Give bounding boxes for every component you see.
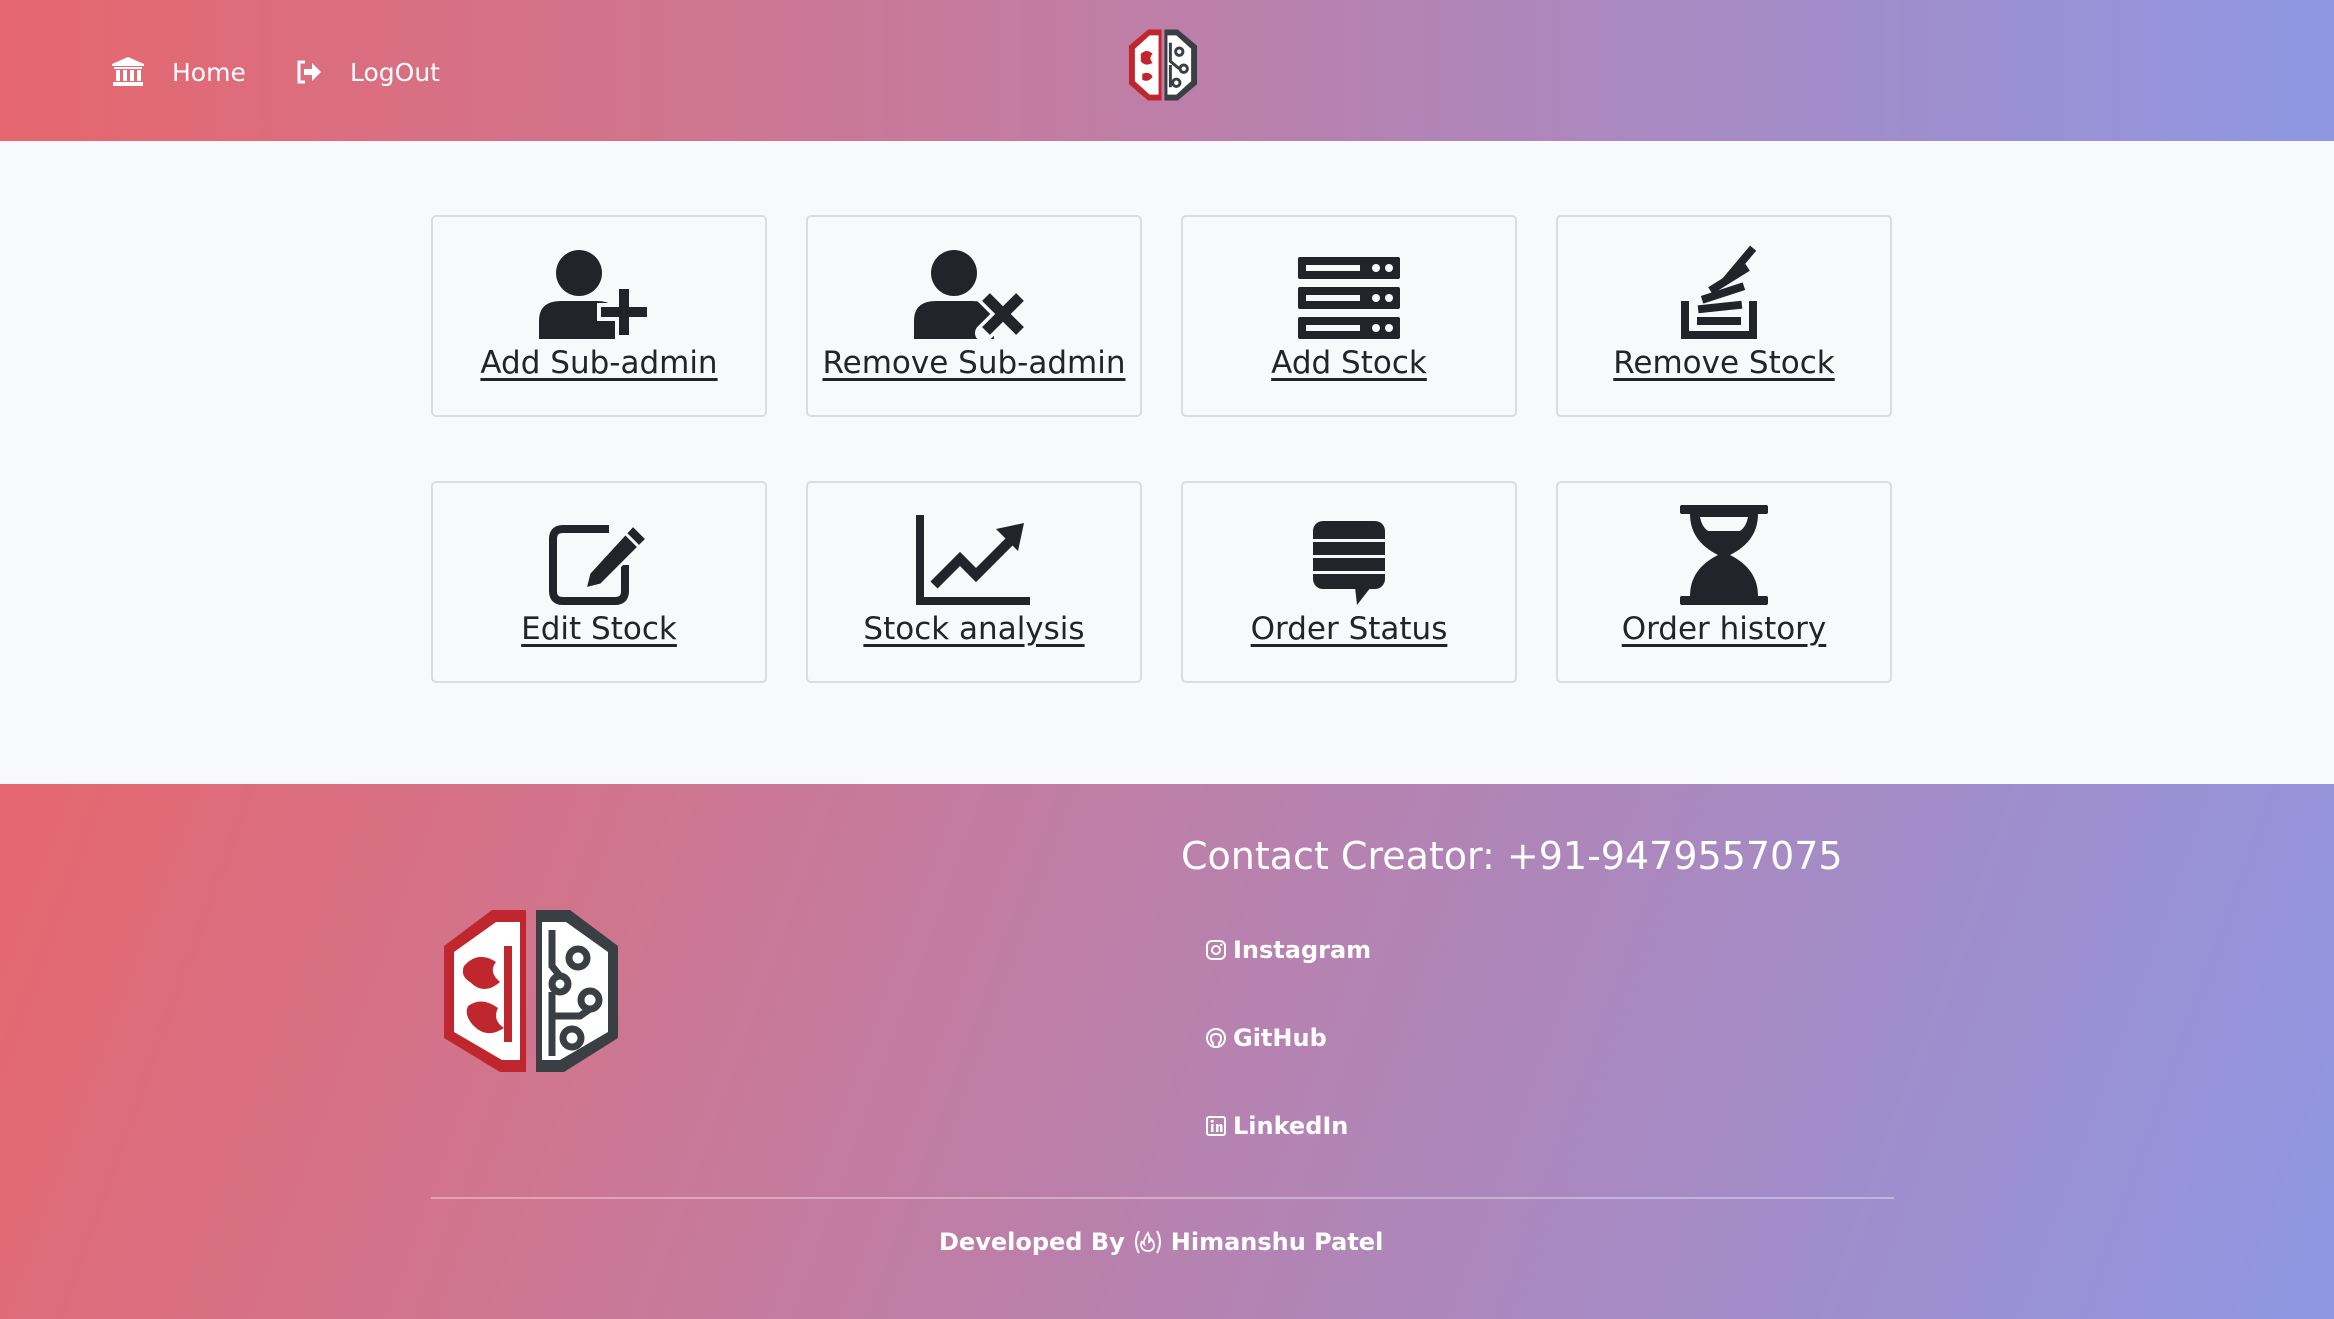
user-remove-icon (914, 250, 1031, 339)
sign-out-icon (297, 60, 321, 84)
order-status-label: Order Status (1250, 611, 1448, 647)
order-status-card[interactable]: Order Status (1181, 481, 1517, 683)
line-chart-icon (916, 515, 1030, 605)
stock-analysis-card[interactable]: Stock analysis (806, 481, 1142, 683)
bank-icon (112, 57, 144, 86)
footer-brain-logo (444, 910, 618, 1072)
add-stock-card[interactable]: Add Stock (1181, 215, 1517, 417)
nav-home-link[interactable]: Home (112, 52, 246, 92)
linkedin-icon (1206, 1116, 1226, 1136)
instagram-label: Instagram (1233, 936, 1372, 964)
server-stack-icon (1298, 257, 1400, 339)
add-sub-admin-card[interactable]: Add Sub-admin (431, 215, 767, 417)
instagram-link[interactable]: Instagram (1205, 936, 1371, 964)
stock-analysis-label: Stock analysis (863, 611, 1085, 647)
hourglass-icon (1680, 505, 1768, 605)
order-history-label: Order history (1621, 611, 1827, 647)
add-stock-label: Add Stock (1271, 345, 1427, 381)
credit-prefix: Developed By (939, 1228, 1125, 1256)
footer-divider (431, 1197, 1894, 1199)
remove-sub-admin-label: Remove Sub-admin (822, 345, 1126, 381)
github-label: GitHub (1233, 1024, 1327, 1052)
remove-stock-card[interactable]: Remove Stock (1556, 215, 1892, 417)
top-navbar: Home LogOut (0, 0, 2334, 141)
instagram-icon (1206, 940, 1226, 960)
nav-home-label: Home (172, 57, 246, 87)
user-plus-icon (539, 250, 651, 339)
contact-creator-text: Contact Creator: +91-9479557075 (1181, 834, 1843, 878)
comment-lines-icon (1313, 521, 1385, 605)
stack-overflow-icon (1681, 245, 1757, 339)
edit-stock-label: Edit Stock (521, 611, 677, 647)
remove-stock-label: Remove Stock (1613, 345, 1835, 381)
brain-logo[interactable] (1126, 28, 1200, 102)
edit-stock-card[interactable]: Edit Stock (431, 481, 767, 683)
linkedin-label: LinkedIn (1233, 1112, 1349, 1140)
fire-icon (1134, 1230, 1161, 1254)
remove-sub-admin-card[interactable]: Remove Sub-admin (806, 215, 1142, 417)
edit-icon (549, 523, 649, 605)
add-sub-admin-label: Add Sub-admin (480, 345, 718, 381)
nav-logout-label: LogOut (350, 57, 440, 87)
footer: Contact Creator: +91-9479557075 Instagra… (0, 784, 2334, 1319)
github-link[interactable]: GitHub (1205, 1024, 1327, 1052)
linkedin-link[interactable]: LinkedIn (1205, 1112, 1348, 1140)
dashboard-main: Add Sub-admin Remove Sub-admin Add Stock… (0, 141, 2334, 784)
nav-logout-link[interactable]: LogOut (296, 52, 440, 92)
github-icon (1206, 1028, 1226, 1048)
order-history-card[interactable]: Order history (1556, 481, 1892, 683)
developer-credit: Developed By Himanshu Patel (939, 1228, 1383, 1256)
credit-name: Himanshu Patel (1170, 1228, 1384, 1256)
